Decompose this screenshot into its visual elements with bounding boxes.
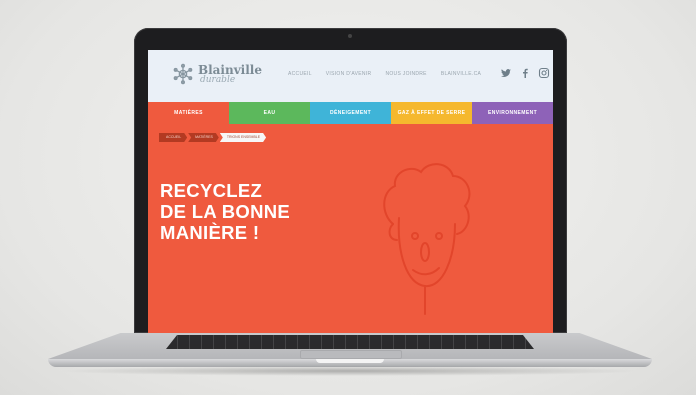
category-label: DÉNEIGEMENT xyxy=(329,110,372,116)
category-label: ENVIRONNEMENT xyxy=(487,110,538,116)
category-bar: MATIÈRES EAU DÉNEIGEMENT GAZ À EFFET DE … xyxy=(148,102,553,124)
laptop-screen: Blainville durable ACCUEIL VISION D'AVEN… xyxy=(148,50,553,333)
snowflake-logo-icon xyxy=(173,63,193,85)
nav-link-blainville[interactable]: BLAINVILLE.CA xyxy=(441,71,481,77)
category-tab-deneigement[interactable]: DÉNEIGEMENT xyxy=(310,102,391,124)
laptop-shadow xyxy=(56,366,644,376)
instagram-icon[interactable] xyxy=(538,66,550,79)
category-label: GAZ À EFFET DE SERRE xyxy=(397,110,466,116)
breadcrumb-item-matieres[interactable]: MATIÈRES xyxy=(188,133,219,142)
category-label: EAU xyxy=(263,110,276,116)
breadcrumb: ACCUEIL MATIÈRES TRIONS ENSEMBLE xyxy=(159,133,267,142)
site-logo[interactable]: Blainville durable xyxy=(172,59,262,89)
hero-title-line: MANIÈRE ! xyxy=(160,222,260,243)
site-header: Blainville durable ACCUEIL VISION D'AVEN… xyxy=(148,50,553,102)
hero-title-line: DE LA BONNE xyxy=(160,201,291,222)
nav-link-vision[interactable]: VISION D'AVENIR xyxy=(326,71,372,77)
laptop-lid: Blainville durable ACCUEIL VISION D'AVEN… xyxy=(134,28,567,333)
category-tab-matieres[interactable]: MATIÈRES xyxy=(148,102,229,124)
camera-dot xyxy=(348,34,352,38)
nav-link-accueil[interactable]: ACCUEIL xyxy=(288,71,312,77)
hero-title: RECYCLEZ DE LA BONNE MANIÈRE ! xyxy=(160,180,360,243)
hero-title-line: RECYCLEZ xyxy=(160,180,263,201)
face-illustration xyxy=(383,163,471,315)
opening-notch xyxy=(316,359,384,363)
facebook-icon[interactable] xyxy=(519,66,531,78)
logo-title: Blainville xyxy=(197,62,262,77)
twitter-icon[interactable] xyxy=(500,66,512,78)
breadcrumb-item-accueil[interactable]: ACCUEIL xyxy=(159,133,187,142)
category-tab-environnement[interactable]: ENVIRONNEMENT xyxy=(472,102,553,124)
social-links xyxy=(500,66,550,79)
category-label: MATIÈRES xyxy=(174,110,203,116)
category-tab-eau[interactable]: EAU xyxy=(229,102,310,124)
nav-link-nous-joindre[interactable]: NOUS JOINDRE xyxy=(385,71,426,77)
top-nav: ACCUEIL VISION D'AVENIR NOUS JOINDRE BLA… xyxy=(288,71,481,77)
breadcrumb-item-current: TRIONS ENSEMBLE xyxy=(220,133,266,142)
logo-subtitle: durable xyxy=(199,74,236,85)
trackpad xyxy=(300,350,402,359)
category-tab-gaz[interactable]: GAZ À EFFET DE SERRE xyxy=(391,102,472,124)
laptop-base xyxy=(48,333,652,369)
keyboard xyxy=(166,335,534,349)
hero-banner: ACCUEIL MATIÈRES TRIONS ENSEMBLE RECYCLE… xyxy=(148,124,553,333)
